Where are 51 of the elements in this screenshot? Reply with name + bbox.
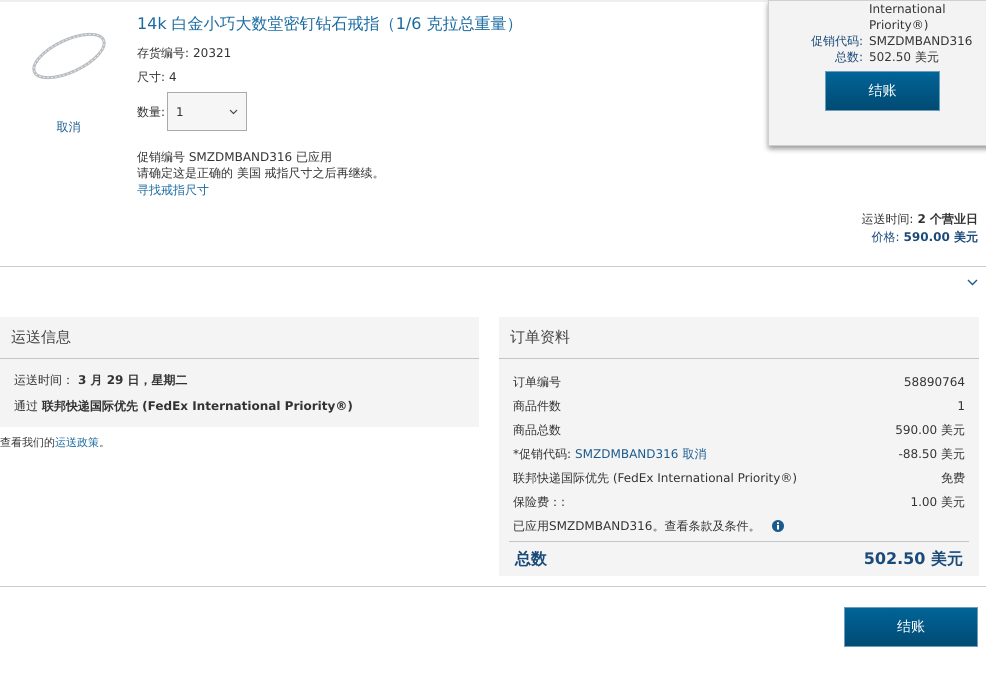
- popup-label: 促销代码:: [810, 33, 863, 49]
- summary-label: 商品总数: [513, 422, 561, 439]
- size-label: 尺寸:: [137, 69, 166, 86]
- quantity-label: 数量:: [137, 104, 166, 120]
- summary-label: 订单编号: [513, 374, 561, 391]
- shipping-policy-link[interactable]: 运送政策: [55, 435, 99, 452]
- find-size-link[interactable]: 寻找戒指尺寸: [137, 181, 523, 199]
- summary-value: 1: [957, 398, 965, 415]
- product-title-link[interactable]: 14k 白金小巧大数堂密钉钻石戒指（1/6 克拉总重量）: [137, 12, 523, 36]
- size-confirm-text: 请确定这是正确的 美国 戒指尺寸之后再继续。: [137, 165, 386, 181]
- delivery-time-label: 运送时间：: [14, 372, 74, 389]
- quantity-dropdown[interactable]: 1: [167, 92, 248, 131]
- shipping-time-value: 2 个营业日: [917, 211, 978, 228]
- carrier-value: 联邦快递国际优先 (FedEx International Priority®): [42, 398, 353, 415]
- price-value: 590.00 美元: [904, 229, 978, 246]
- sku-value: 20321: [193, 45, 232, 62]
- promo-note: 已应用SMZDMBAND316。查看条款及条件。: [513, 518, 760, 535]
- promo-code-link[interactable]: SMZDMBAND316: [575, 445, 678, 463]
- total-value: 502.50 美元: [864, 548, 963, 570]
- delivery-time-value: 3 月 29 日，星期二: [78, 372, 188, 389]
- carrier-label: 通过: [14, 398, 38, 415]
- policy-text: 查看我们的: [0, 435, 55, 451]
- summary-value: 免费: [941, 470, 965, 487]
- info-icon[interactable]: [772, 520, 784, 532]
- summary-label: 保险费：:: [513, 494, 566, 511]
- policy-text: 。: [99, 435, 110, 451]
- promo-applied-text: 促销编号 SMZDMBAND316 已应用: [137, 149, 333, 165]
- summary-value: 1.00 美元: [910, 494, 965, 511]
- summary-value: 590.00 美元: [895, 422, 965, 439]
- popup-label: 总数:: [834, 49, 863, 65]
- cancel-link[interactable]: 取消: [682, 445, 706, 463]
- popup-value: 502.50 美元: [869, 49, 940, 65]
- sku-label: 存货编号:: [137, 45, 190, 62]
- checkout-button[interactable]: 结账: [825, 71, 940, 111]
- summary-label: 联邦快递国际优先 (FedEx International Priority®): [513, 470, 798, 487]
- size-value: 4: [169, 69, 177, 86]
- price-label: 价格:: [871, 229, 900, 246]
- chevron-down-icon: [229, 108, 238, 114]
- cancel-link[interactable]: 取消: [56, 118, 80, 136]
- summary-label: *促销代码:: [513, 446, 572, 463]
- summary-value: -88.50 美元: [898, 446, 965, 463]
- popup-value: SMZDMBAND316: [869, 33, 974, 49]
- shipping-time-label: 运送时间:: [861, 211, 914, 228]
- checkout-button[interactable]: 结账: [844, 607, 978, 647]
- chevron-down-icon[interactable]: [967, 279, 978, 286]
- panel-title: 订单资料: [510, 327, 570, 348]
- summary-value: 58890764: [904, 374, 965, 391]
- panel-title: 运送信息: [11, 327, 71, 348]
- total-label: 总数: [515, 548, 547, 570]
- popup-value: International Priority®): [869, 1, 947, 33]
- summary-label: 商品件数: [513, 398, 561, 415]
